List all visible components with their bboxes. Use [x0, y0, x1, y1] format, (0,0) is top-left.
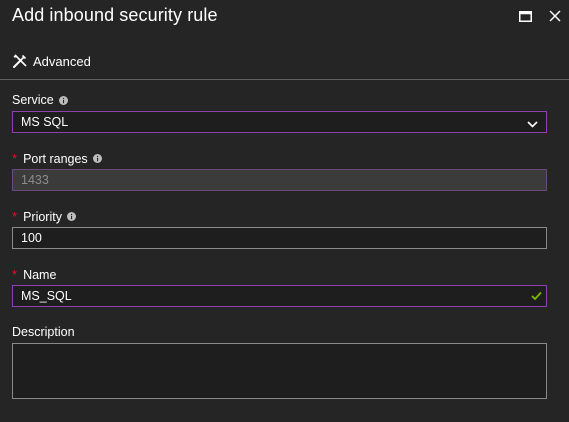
port-ranges-input: 1433 [12, 169, 547, 191]
priority-label-text: Priority [23, 209, 62, 224]
name-input[interactable]: MS_SQL [12, 285, 547, 307]
panel-title: Add inbound security rule [12, 5, 218, 25]
port-ranges-label: * Port ranges [12, 151, 102, 166]
service-select[interactable]: MS SQL [12, 111, 547, 133]
name-label-text: Name [23, 267, 57, 282]
priority-input[interactable]: 100 [12, 227, 547, 249]
required-indicator: * [12, 267, 18, 282]
required-indicator: * [12, 209, 18, 224]
checkmark-icon [531, 290, 542, 304]
info-icon[interactable] [58, 95, 68, 105]
tools-icon [13, 54, 27, 68]
port-ranges-label-text: Port ranges [23, 151, 88, 166]
description-label-text: Description [12, 325, 75, 339]
service-label: Service [12, 93, 68, 107]
priority-label: * Priority [12, 209, 76, 224]
maximize-button[interactable] [515, 6, 535, 26]
toolbar-divider [0, 79, 569, 80]
service-select-value: MS SQL [21, 115, 69, 129]
priority-value: 100 [21, 231, 42, 245]
port-ranges-value: 1433 [21, 173, 49, 187]
close-button[interactable] [545, 6, 565, 26]
panel-header: Add inbound security rule [0, 0, 569, 36]
name-label: * Name [12, 267, 56, 282]
chevron-down-icon [527, 117, 538, 131]
description-label: Description [12, 325, 75, 339]
close-icon [549, 10, 561, 22]
service-label-text: Service [12, 93, 54, 107]
advanced-label: Advanced [33, 53, 91, 69]
security-rule-panel: Add inbound security rule Advanced Servi… [0, 0, 569, 422]
info-icon[interactable] [66, 212, 76, 221]
maximize-icon [518, 10, 532, 22]
toolbar: Advanced [0, 48, 569, 80]
description-textarea[interactable] [12, 343, 547, 399]
required-indicator: * [12, 151, 18, 166]
advanced-button[interactable]: Advanced [12, 53, 91, 69]
info-icon[interactable] [92, 154, 102, 163]
name-value: MS_SQL [21, 289, 72, 303]
